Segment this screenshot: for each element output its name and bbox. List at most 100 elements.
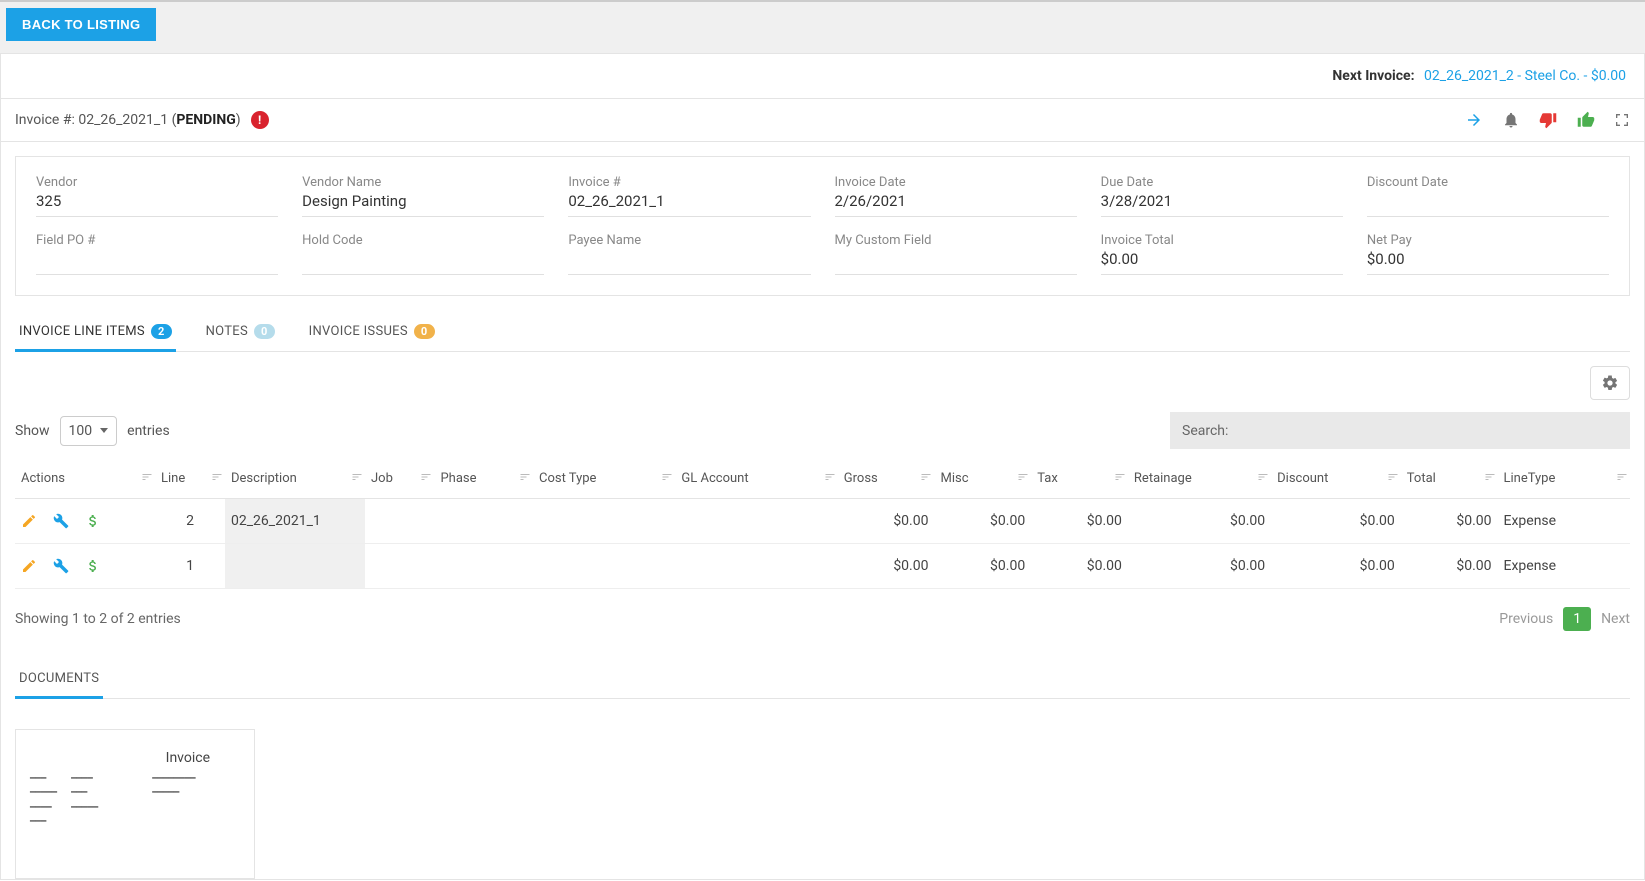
table-row: 1$0.00$0.00$0.00$0.00$0.00$0.00Expense bbox=[15, 544, 1630, 589]
column-description[interactable]: Description bbox=[225, 459, 365, 499]
cell-linetype: Expense bbox=[1498, 544, 1631, 589]
column-job[interactable]: Job bbox=[365, 459, 434, 499]
cell-tax: $0.00 bbox=[1031, 499, 1128, 544]
cell-misc: $0.00 bbox=[934, 544, 1031, 589]
field-value: Design Painting bbox=[302, 192, 544, 210]
column-retainage[interactable]: Retainage bbox=[1128, 459, 1271, 499]
field-value: 02_26_2021_1 bbox=[568, 192, 810, 210]
previous-page[interactable]: Previous bbox=[1499, 611, 1553, 627]
column-tax[interactable]: Tax bbox=[1031, 459, 1128, 499]
field-label: Due Date bbox=[1101, 175, 1343, 190]
field-label: Hold Code bbox=[302, 233, 544, 248]
tab-badge: 2 bbox=[151, 324, 172, 339]
field-payee-name: Payee Name bbox=[568, 231, 810, 275]
field-invoice-date: Invoice Date 2/26/2021 bbox=[835, 173, 1077, 217]
sort-icon bbox=[351, 471, 363, 487]
column-discount[interactable]: Discount bbox=[1271, 459, 1401, 499]
cell-description: 02_26_2021_1 bbox=[225, 499, 365, 544]
wrench-icon[interactable] bbox=[53, 513, 69, 529]
column-phase[interactable]: Phase bbox=[434, 459, 533, 499]
entries-select[interactable]: 100 bbox=[60, 416, 118, 446]
cell-line: 1 bbox=[155, 544, 225, 589]
field-label: Discount Date bbox=[1367, 175, 1609, 190]
field-field-po-: Field PO # bbox=[36, 231, 278, 275]
show-label: Show bbox=[15, 423, 50, 439]
dollar-icon[interactable] bbox=[85, 513, 101, 529]
tab-documents[interactable]: DOCUMENTS bbox=[15, 661, 103, 698]
dollar-icon[interactable] bbox=[85, 558, 101, 574]
tab-invoice-line-items[interactable]: INVOICE LINE ITEMS2 bbox=[15, 314, 176, 351]
tab-badge: 0 bbox=[414, 324, 435, 339]
column-actions[interactable]: Actions bbox=[15, 459, 155, 499]
cell-job bbox=[365, 499, 434, 544]
alert-badge-icon[interactable]: ! bbox=[251, 111, 269, 129]
caret-down-icon bbox=[100, 428, 108, 433]
documents-section: DOCUMENTS bbox=[15, 661, 1630, 699]
field-value: $0.00 bbox=[1101, 250, 1343, 268]
cell-gross: $0.00 bbox=[838, 499, 935, 544]
sort-icon bbox=[141, 471, 153, 487]
forward-arrow-icon[interactable] bbox=[1464, 111, 1484, 129]
cell-phase bbox=[434, 544, 533, 589]
sort-icon bbox=[420, 471, 432, 487]
cell-retainage: $0.00 bbox=[1128, 544, 1271, 589]
invoice-status: PENDING bbox=[176, 112, 235, 128]
field-discount-date: Discount Date bbox=[1367, 173, 1609, 217]
cell-gross: $0.00 bbox=[838, 544, 935, 589]
search-box[interactable]: Search: bbox=[1170, 412, 1630, 449]
cell-linetype: Expense bbox=[1498, 499, 1631, 544]
cell-retainage: $0.00 bbox=[1128, 499, 1271, 544]
edit-icon[interactable] bbox=[21, 558, 37, 574]
column-cost-type[interactable]: Cost Type bbox=[533, 459, 675, 499]
invoice-prefix: Invoice #: bbox=[15, 112, 78, 128]
bell-icon[interactable] bbox=[1502, 111, 1520, 129]
edit-icon[interactable] bbox=[21, 513, 37, 529]
field-vendor: Vendor325 bbox=[36, 173, 278, 217]
sort-icon bbox=[661, 471, 673, 487]
page-1[interactable]: 1 bbox=[1563, 607, 1591, 631]
show-entries-control: Show 100 entries bbox=[15, 416, 170, 446]
next-invoice-link[interactable]: 02_26_2021_2 - Steel Co. - $0.00 bbox=[1424, 68, 1626, 84]
column-gross[interactable]: Gross bbox=[838, 459, 935, 499]
back-to-listing-button[interactable]: BACK TO LISTING bbox=[6, 8, 156, 41]
thumbs-up-icon[interactable] bbox=[1576, 111, 1596, 129]
header-actions bbox=[1464, 111, 1630, 129]
invoice-number: 02_26_2021_1 bbox=[78, 112, 168, 128]
entries-value: 100 bbox=[69, 423, 93, 439]
cell-gl-account bbox=[675, 544, 837, 589]
field-label: Payee Name bbox=[568, 233, 810, 248]
fullscreen-icon[interactable] bbox=[1614, 112, 1630, 128]
column-total[interactable]: Total bbox=[1401, 459, 1498, 499]
document-thumbnail[interactable]: Invoice ━━━━━━━━━━━━━━━ ━━━━━━━━━━━━ ━━━… bbox=[15, 729, 255, 879]
entries-label: entries bbox=[127, 423, 170, 439]
field-label: Invoice Date bbox=[835, 175, 1077, 190]
wrench-icon[interactable] bbox=[53, 558, 69, 574]
tab-notes[interactable]: NOTES0 bbox=[202, 314, 279, 351]
column-linetype[interactable]: LineType bbox=[1498, 459, 1631, 499]
sort-icon bbox=[519, 471, 531, 487]
cell-tax: $0.00 bbox=[1031, 544, 1128, 589]
cell-misc: $0.00 bbox=[934, 499, 1031, 544]
tab-label: INVOICE ISSUES bbox=[309, 324, 408, 339]
column-gl-account[interactable]: GL Account bbox=[675, 459, 837, 499]
field-value: 2/26/2021 bbox=[835, 192, 1077, 210]
field-label: Invoice # bbox=[568, 175, 810, 190]
thumbs-down-icon[interactable] bbox=[1538, 111, 1558, 129]
tab-invoice-issues[interactable]: INVOICE ISSUES 0 bbox=[305, 314, 439, 351]
field-net-pay: Net Pay$0.00 bbox=[1367, 231, 1609, 275]
field-label: Invoice Total bbox=[1101, 233, 1343, 248]
search-input[interactable] bbox=[1232, 422, 1612, 438]
cell-gl-account bbox=[675, 499, 837, 544]
next-page[interactable]: Next bbox=[1601, 611, 1630, 627]
tabs: INVOICE LINE ITEMS2 NOTES0 INVOICE ISSUES 0 bbox=[15, 314, 1630, 352]
field-label: Field PO # bbox=[36, 233, 278, 248]
table-settings-button[interactable] bbox=[1590, 366, 1630, 400]
sort-icon bbox=[1616, 471, 1628, 487]
field-value: $0.00 bbox=[1367, 250, 1609, 268]
column-misc[interactable]: Misc bbox=[934, 459, 1031, 499]
invoice-card: Next Invoice: 02_26_2021_2 - Steel Co. -… bbox=[0, 53, 1645, 880]
field-my-custom-field: My Custom Field bbox=[835, 231, 1077, 275]
field-due-date: Due Date3/28/2021 bbox=[1101, 173, 1343, 217]
column-line[interactable]: Line bbox=[155, 459, 225, 499]
cell-phase bbox=[434, 499, 533, 544]
